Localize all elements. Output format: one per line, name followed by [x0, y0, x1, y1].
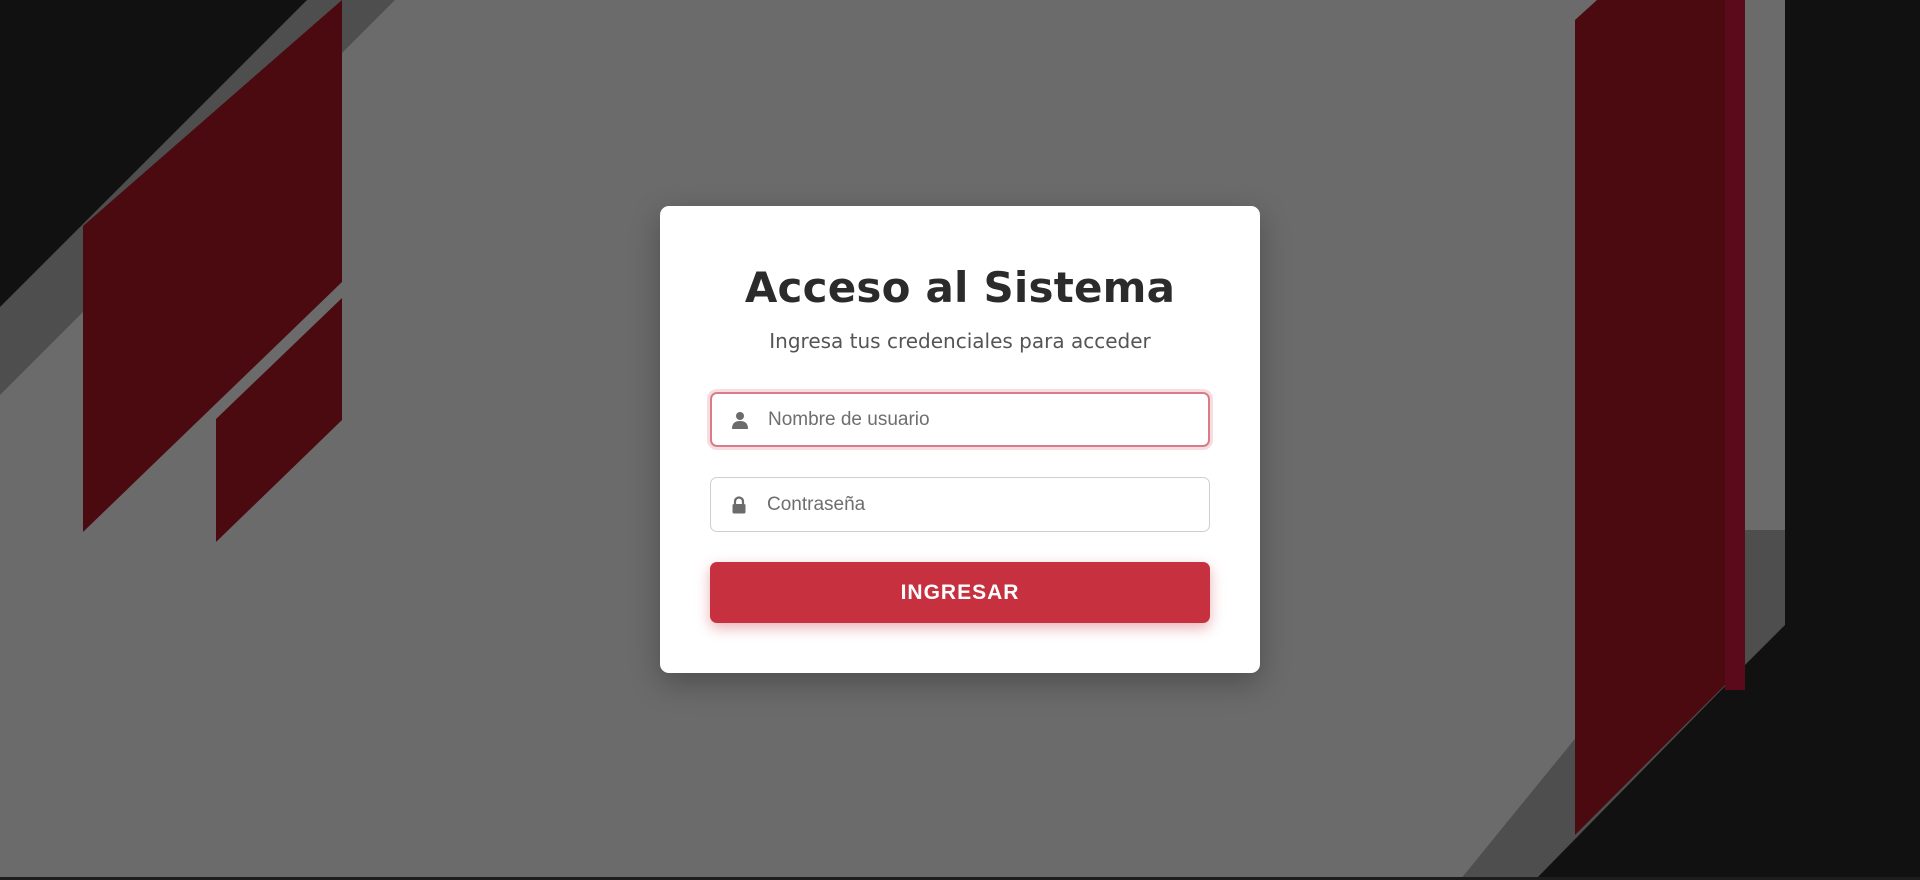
- lock-icon: [729, 495, 749, 515]
- username-input[interactable]: [768, 394, 1188, 445]
- login-subtitle: Ingresa tus credenciales para acceder: [769, 329, 1151, 353]
- password-field[interactable]: [710, 477, 1210, 532]
- user-icon: [730, 410, 750, 430]
- login-card: Acceso al Sistema Ingresa tus credencial…: [660, 206, 1260, 673]
- password-input[interactable]: [767, 478, 1187, 531]
- login-title: Acceso al Sistema: [744, 263, 1176, 312]
- login-submit-button[interactable]: INGRESAR: [710, 562, 1210, 623]
- username-field[interactable]: [710, 392, 1210, 447]
